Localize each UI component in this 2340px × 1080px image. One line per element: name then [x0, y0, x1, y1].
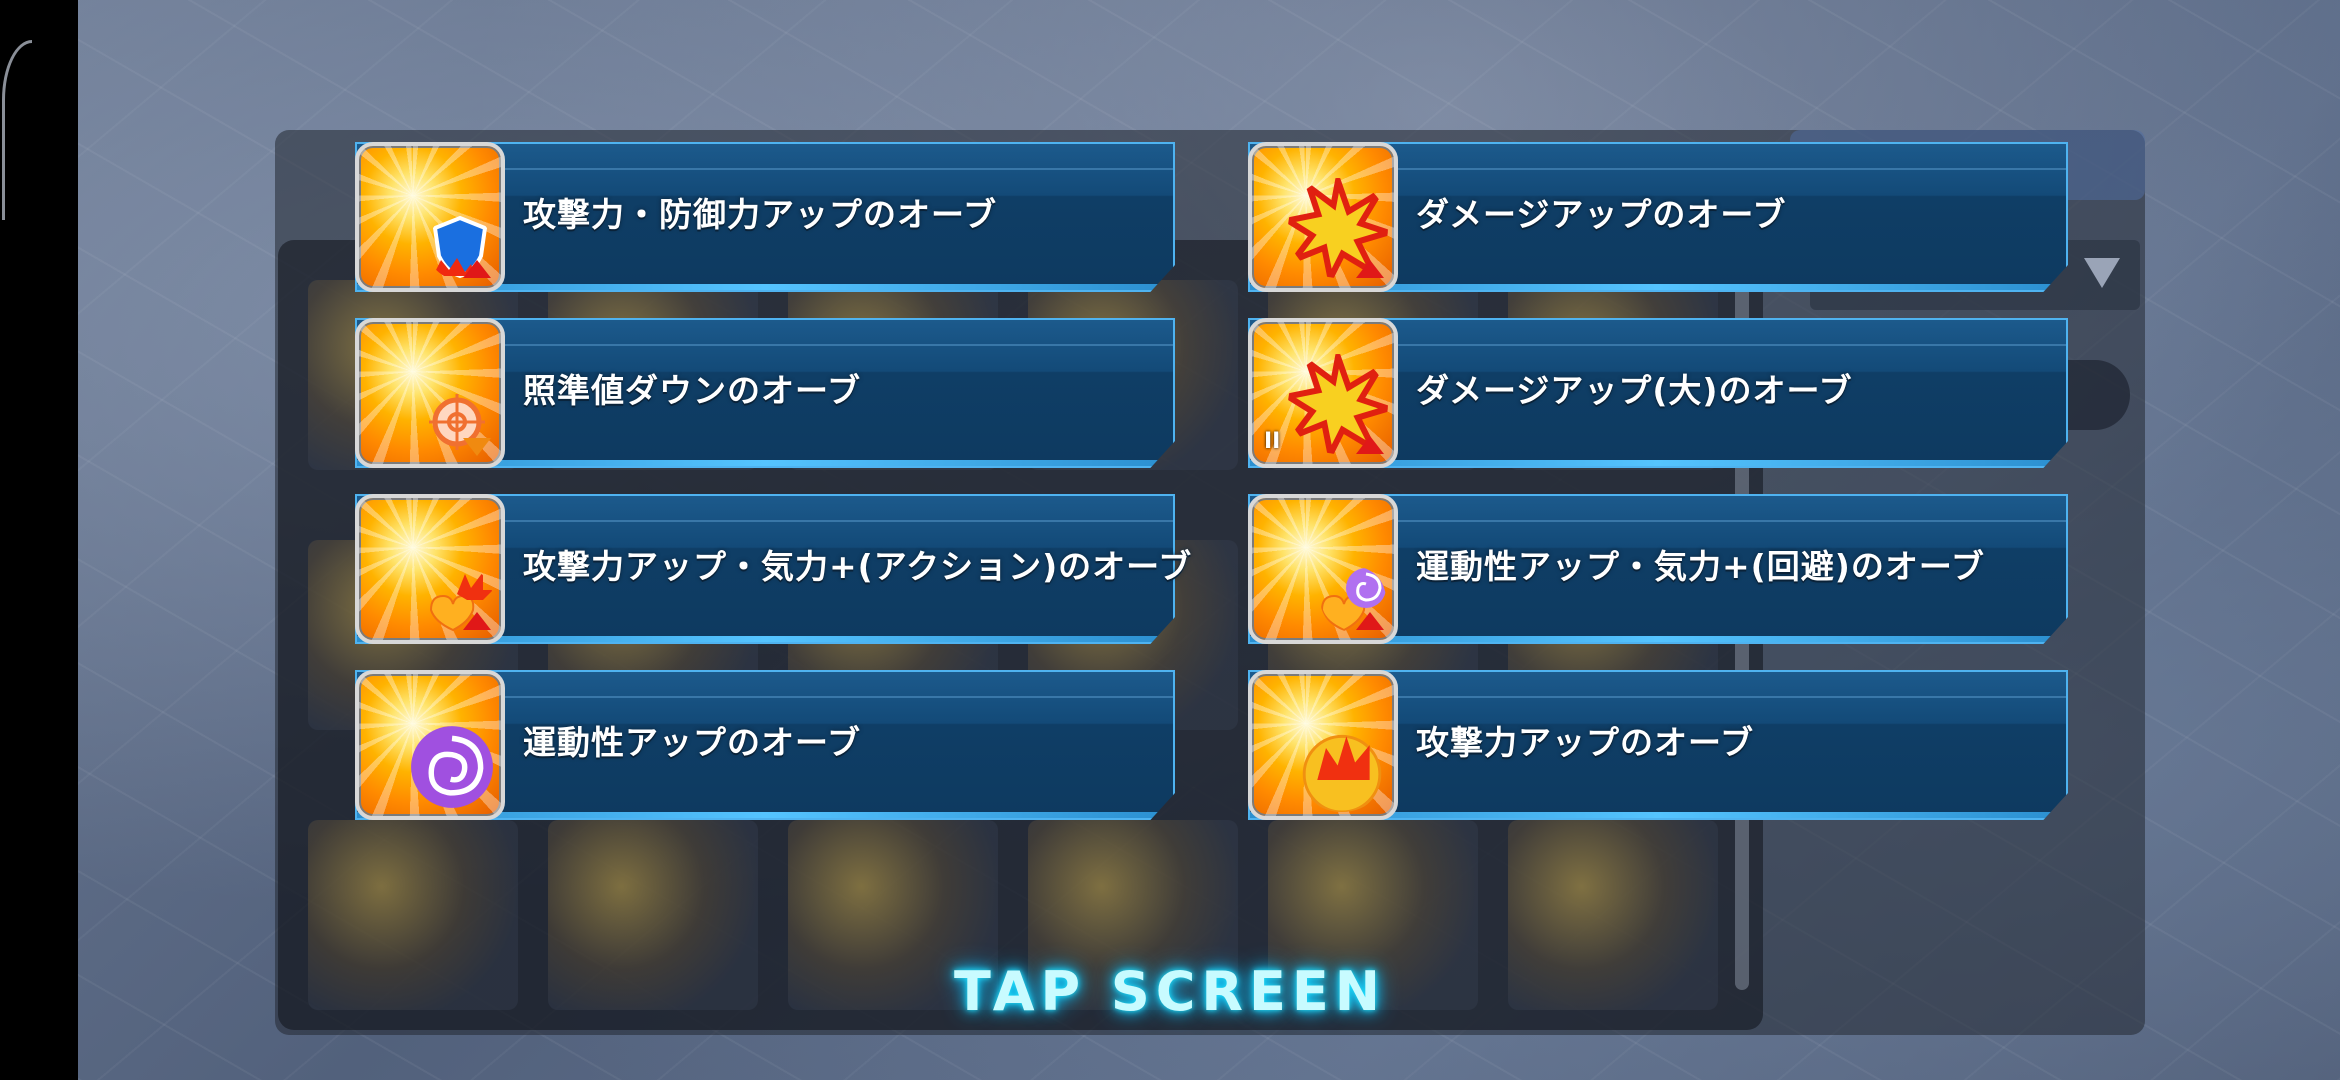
orb-label: 攻撃力アップのオーブ — [1416, 723, 1755, 762]
attack-up-orb-icon — [1248, 670, 1398, 820]
orb-item-mobility-up-morale-evasion[interactable]: 運動性アップ・気力+(回避)のオーブ — [1248, 494, 2068, 644]
orb-label: 攻撃力・防御力アップのオーブ — [523, 195, 998, 234]
mobility-up-morale-evasion-orb-icon — [1248, 494, 1398, 644]
orb-item-attack-up[interactable]: 攻撃力アップのオーブ — [1248, 670, 2068, 820]
mobility-up-orb-icon — [355, 670, 505, 820]
down-arrow-icon — [463, 438, 491, 456]
filter-icon — [2084, 258, 2120, 288]
up-arrow-icon — [1356, 612, 1384, 630]
orb-item-attack-defense-up[interactable]: 攻撃力・防御力アップのオーブ — [355, 142, 1175, 292]
up-arrow-icon — [1356, 260, 1384, 278]
burst-icon — [1302, 734, 1382, 812]
orb-label: 運動性アップ・気力+(回避)のオーブ — [1416, 547, 1985, 586]
up-arrow-icon — [1356, 436, 1384, 454]
tap-screen-prompt[interactable]: TAP SCREEN — [0, 960, 2340, 1023]
bezel-edge — [2, 40, 32, 220]
orb-item-damage-up-large[interactable]: II ダメージアップ(大)のオーブ — [1248, 318, 2068, 468]
orb-item-aim-down[interactable]: 照準値ダウンのオーブ — [355, 318, 1175, 468]
orb-label: 攻撃力アップ・気力+(アクション)のオーブ — [523, 547, 1193, 586]
aim-down-orb-icon — [355, 318, 505, 468]
swirl-icon — [411, 726, 493, 808]
orb-label: 照準値ダウンのオーブ — [523, 371, 862, 410]
attack-defense-up-orb-icon — [355, 142, 505, 292]
orb-label: ダメージアップ(大)のオーブ — [1416, 371, 1853, 410]
orb-label: ダメージアップのオーブ — [1416, 195, 1787, 234]
orb-item-damage-up[interactable]: ダメージアップのオーブ — [1248, 142, 2068, 292]
attack-up-morale-action-orb-icon — [355, 494, 505, 644]
damage-up-large-orb-icon: II — [1248, 318, 1398, 468]
game-screen[interactable]: 攻撃力・防御力アップのオーブ 照準値ダウンのオーブ 攻撃力アップ・気力+(アクシ… — [0, 0, 2340, 1080]
orb-item-mobility-up[interactable]: 運動性アップのオーブ — [355, 670, 1175, 820]
device-bezel — [0, 0, 78, 1080]
up-arrow-icon — [463, 260, 491, 278]
orb-item-attack-up-morale-action[interactable]: 攻撃力アップ・気力+(アクション)のオーブ — [355, 494, 1191, 644]
up-arrow-icon — [463, 612, 491, 630]
damage-up-orb-icon — [1248, 142, 1398, 292]
orb-label: 運動性アップのオーブ — [523, 723, 862, 762]
level-badge: II — [1264, 429, 1281, 454]
